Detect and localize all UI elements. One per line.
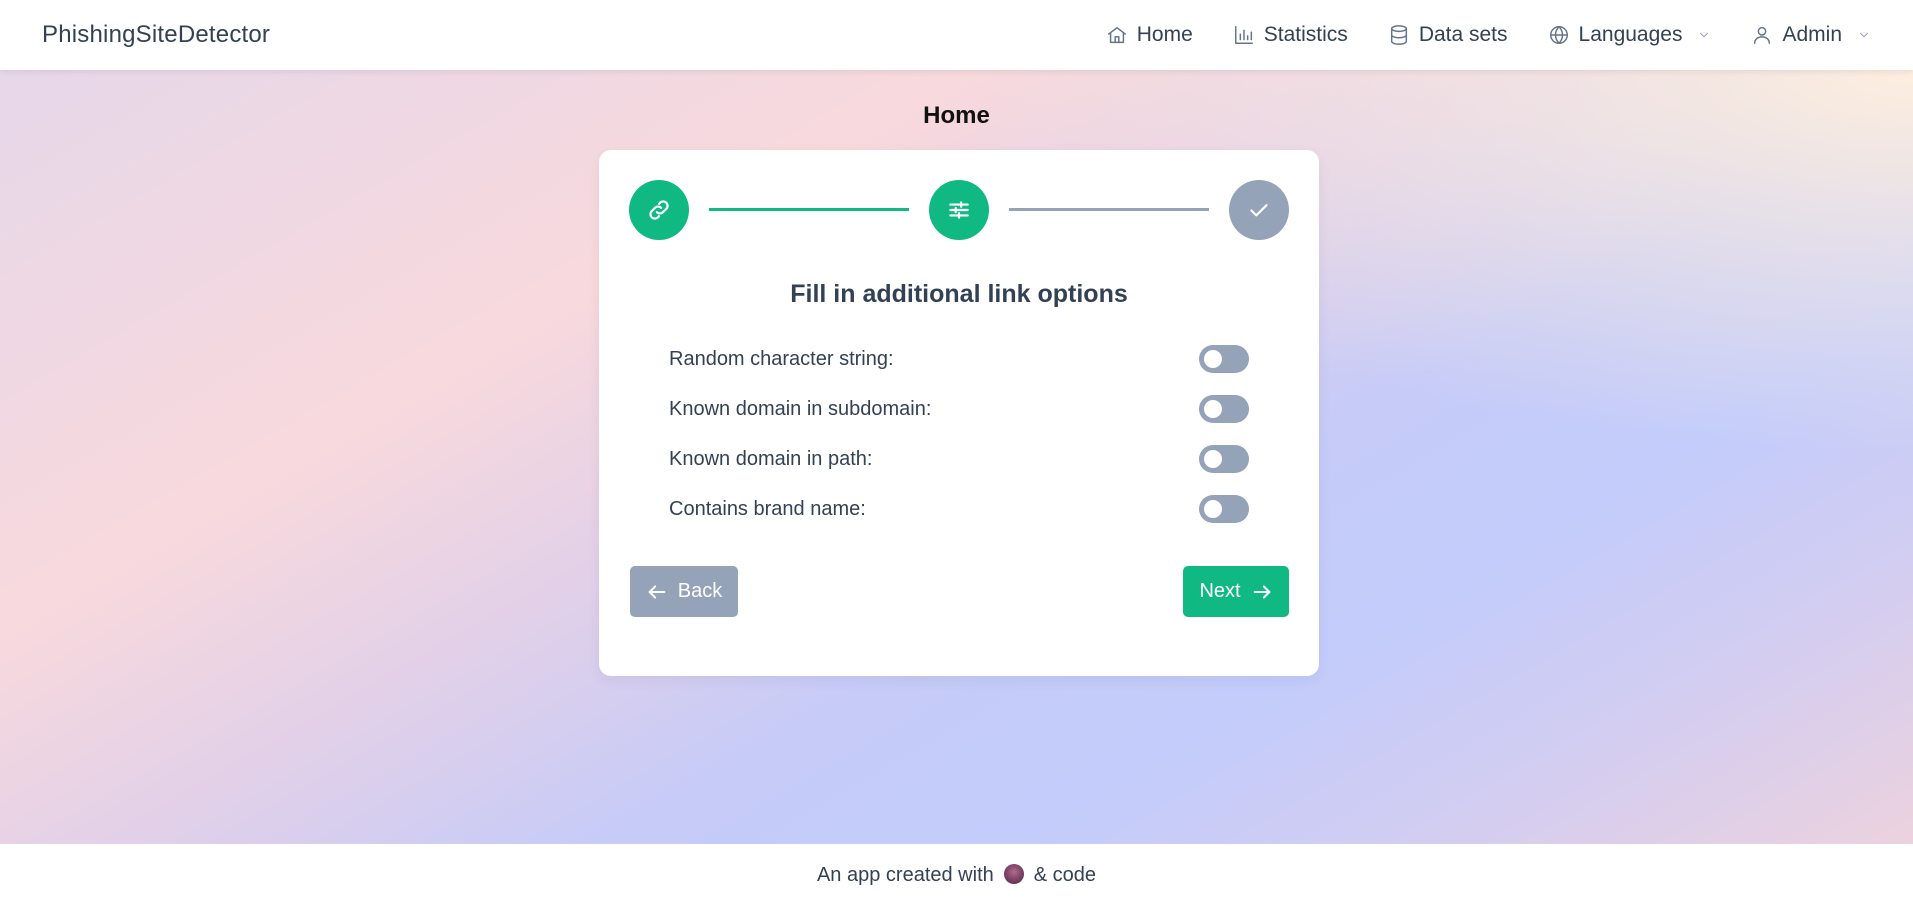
known-domain-in-subdomain-toggle[interactable] [1199, 395, 1249, 423]
option-known-domain-in-subdomain: Known domain in subdomain: [669, 394, 1249, 424]
chevron-down-icon [1860, 32, 1868, 38]
form-heading: Fill in additional link options [790, 280, 1128, 308]
nav-item-label: Statistics [1263, 23, 1348, 46]
known-domain-in-path-toggle[interactable] [1199, 445, 1249, 473]
brand-logo[interactable]: PhishingSiteDetector [42, 21, 270, 49]
nav-item-admin[interactable]: Admin [1751, 23, 1871, 47]
check-icon [1250, 204, 1268, 217]
step-link [629, 180, 689, 240]
nav-item-data-sets[interactable]: Data sets [1388, 23, 1508, 47]
option-label: Known domain in path: [669, 447, 873, 470]
sliders-icon [949, 201, 969, 219]
main-content: Home Fill in additional link options Ran… [0, 70, 1913, 844]
nav-item-label: Languages [1578, 23, 1683, 46]
step-connector-complete [709, 208, 909, 211]
link-icon [649, 200, 669, 220]
next-button-label: Next [1199, 580, 1241, 602]
database-icon [1390, 25, 1407, 45]
back-button[interactable]: Back [630, 566, 738, 617]
user-icon [1754, 26, 1771, 44]
option-known-domain-in-path: Known domain in path: [669, 444, 1249, 474]
nav-item-label: Home [1136, 23, 1193, 46]
arrow-left-icon [648, 584, 666, 599]
option-contains-brand-name: Contains brand name: [669, 494, 1249, 524]
main-nav: Home Statistics Data sets Languages Admi… [1106, 23, 1871, 47]
chevron-down-icon [1700, 32, 1709, 38]
footer-suffix: & code [1033, 863, 1097, 886]
footer: An app created with & code [0, 844, 1913, 906]
toggle-knob [1204, 350, 1222, 368]
nav-item-label: Admin [1782, 23, 1842, 46]
step-connector-pending [1009, 208, 1209, 211]
contains-brand-name-toggle[interactable] [1199, 495, 1249, 523]
wizard-card: Fill in additional link options Random c… [599, 150, 1319, 676]
nav-item-statistics[interactable]: Statistics [1233, 23, 1348, 47]
coffee-icon [1003, 864, 1024, 884]
step-result [1229, 180, 1289, 240]
toggle-knob [1204, 400, 1222, 418]
next-button[interactable]: Next [1183, 566, 1289, 617]
back-button-label: Back [677, 580, 723, 602]
toggle-knob [1204, 450, 1222, 468]
random-character-string-toggle[interactable] [1199, 345, 1249, 373]
nav-item-label: Data sets [1418, 23, 1508, 46]
toggle-knob [1204, 500, 1222, 518]
nav-item-languages[interactable]: Languages [1548, 23, 1712, 47]
top-navbar: PhishingSiteDetector Home Statistics Dat… [0, 0, 1913, 70]
bar-chart-icon [1234, 26, 1253, 44]
page-title: Home [923, 102, 990, 129]
option-random-character-string: Random character string: [669, 344, 1249, 374]
option-label: Known domain in subdomain: [669, 397, 932, 420]
footer-prefix: An app created with [816, 863, 994, 886]
step-options [929, 180, 989, 240]
arrow-right-icon [1253, 584, 1270, 599]
nav-item-home[interactable]: Home [1106, 23, 1193, 47]
option-label: Random character string: [669, 347, 894, 370]
option-label: Contains brand name: [669, 497, 866, 520]
home-icon [1107, 26, 1126, 44]
globe-icon [1549, 26, 1568, 44]
